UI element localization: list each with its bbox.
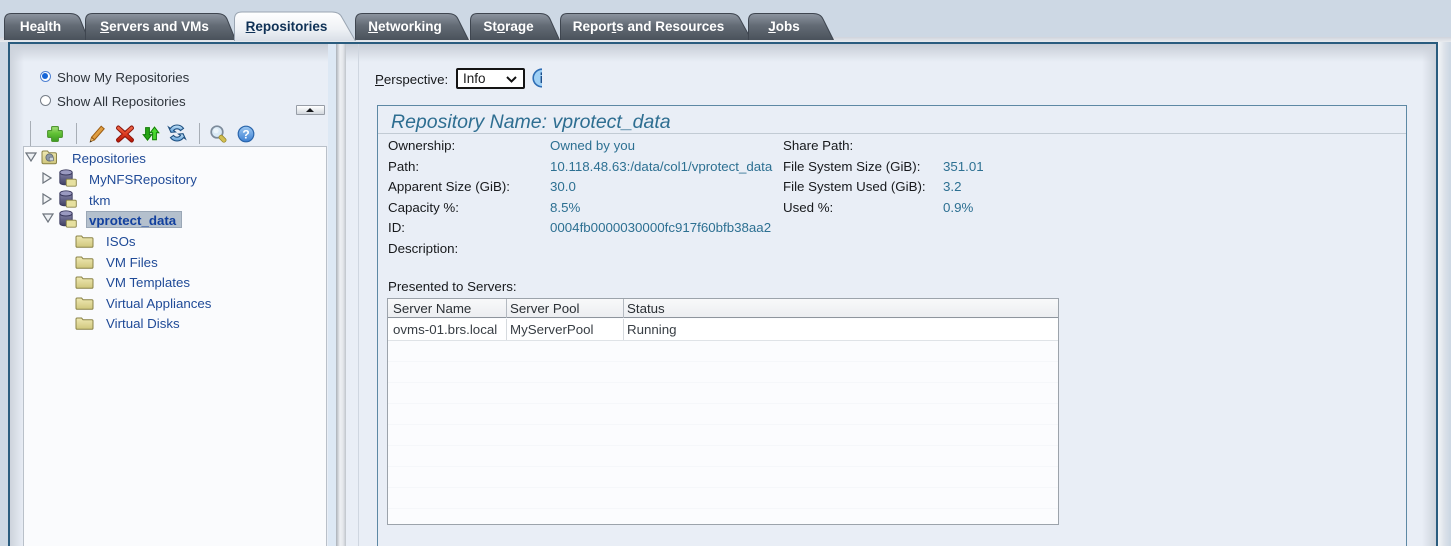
- svg-text:?: ?: [242, 127, 249, 141]
